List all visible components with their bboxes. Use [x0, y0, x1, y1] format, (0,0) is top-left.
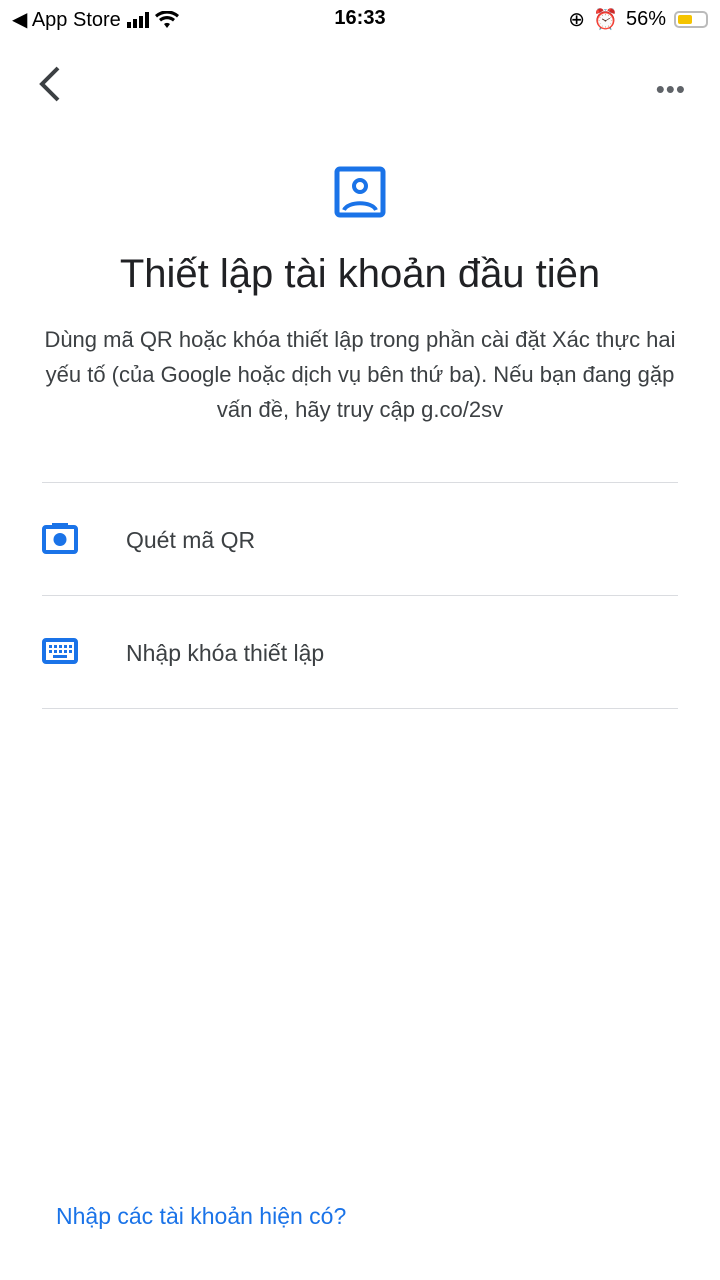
divider [42, 595, 678, 596]
enter-setup-key-option[interactable]: Nhập khóa thiết lập [42, 597, 678, 709]
enter-setup-key-label: Nhập khóa thiết lập [126, 639, 325, 666]
scan-qr-label: Quét mã QR [126, 526, 256, 553]
battery-icon [674, 11, 708, 28]
import-accounts-link[interactable]: Nhập các tài khoản hiện có? [56, 1203, 346, 1230]
divider [42, 482, 678, 483]
divider [42, 708, 678, 709]
camera-icon [42, 522, 78, 554]
status-bar: ◀ App Store 16:33 ⊕ ⏰ 56% [0, 0, 720, 38]
scan-qr-option[interactable]: Quét mã QR [42, 484, 678, 596]
keyboard-icon [42, 637, 78, 664]
back-button[interactable] [36, 64, 66, 104]
account-box-icon [334, 166, 386, 218]
rotation-lock-icon: ⊕ [568, 9, 586, 31]
page-description: Dùng mã QR hoặc khóa thiết lập trong phầ… [44, 327, 676, 422]
page-title: Thiết lập tài khoản đầu tiên [119, 252, 601, 296]
alarm-icon: ⏰ [593, 9, 618, 31]
battery-percent: 56% [625, 8, 666, 30]
more-options-icon[interactable]: ••• [656, 74, 686, 105]
